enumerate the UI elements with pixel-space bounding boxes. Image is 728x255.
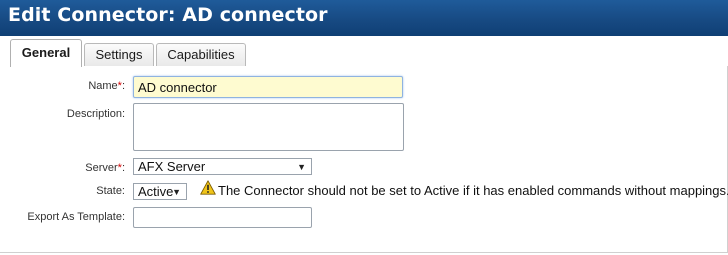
dialog-titlebar: Edit Connector: AD connector bbox=[0, 0, 728, 36]
tab-strip: General Settings Capabilities bbox=[0, 36, 728, 68]
chevron-down-icon: ▼ bbox=[172, 187, 181, 197]
server-select[interactable]: AFX Server ▼ bbox=[133, 158, 312, 175]
tab-settings[interactable]: Settings bbox=[84, 43, 154, 66]
name-label: Name*: bbox=[88, 80, 125, 92]
state-label: State: bbox=[96, 185, 125, 197]
export-as-template-field[interactable] bbox=[133, 207, 312, 228]
chevron-down-icon: ▼ bbox=[297, 162, 306, 172]
tab-general[interactable]: General bbox=[10, 39, 82, 68]
server-label: Server*: bbox=[85, 162, 125, 174]
name-label-text: Name bbox=[88, 80, 118, 92]
description-field[interactable] bbox=[133, 103, 404, 151]
warning-triangle-icon bbox=[200, 180, 216, 195]
export-as-template-label: Export As Template: bbox=[27, 211, 125, 223]
name-field[interactable] bbox=[133, 76, 403, 98]
state-select-value: Active bbox=[138, 184, 174, 199]
state-warning-text: The Connector should not be set to Activ… bbox=[218, 183, 728, 198]
dialog-title: Edit Connector: AD connector bbox=[8, 4, 328, 26]
server-select-value: AFX Server bbox=[138, 159, 206, 174]
state-select[interactable]: Active ▼ bbox=[133, 183, 187, 200]
server-label-colon: : bbox=[121, 162, 125, 174]
name-label-colon: : bbox=[121, 80, 125, 92]
server-label-text: Server bbox=[85, 162, 118, 174]
description-label: Description: bbox=[66, 108, 125, 120]
tab-capabilities[interactable]: Capabilities bbox=[156, 43, 246, 66]
